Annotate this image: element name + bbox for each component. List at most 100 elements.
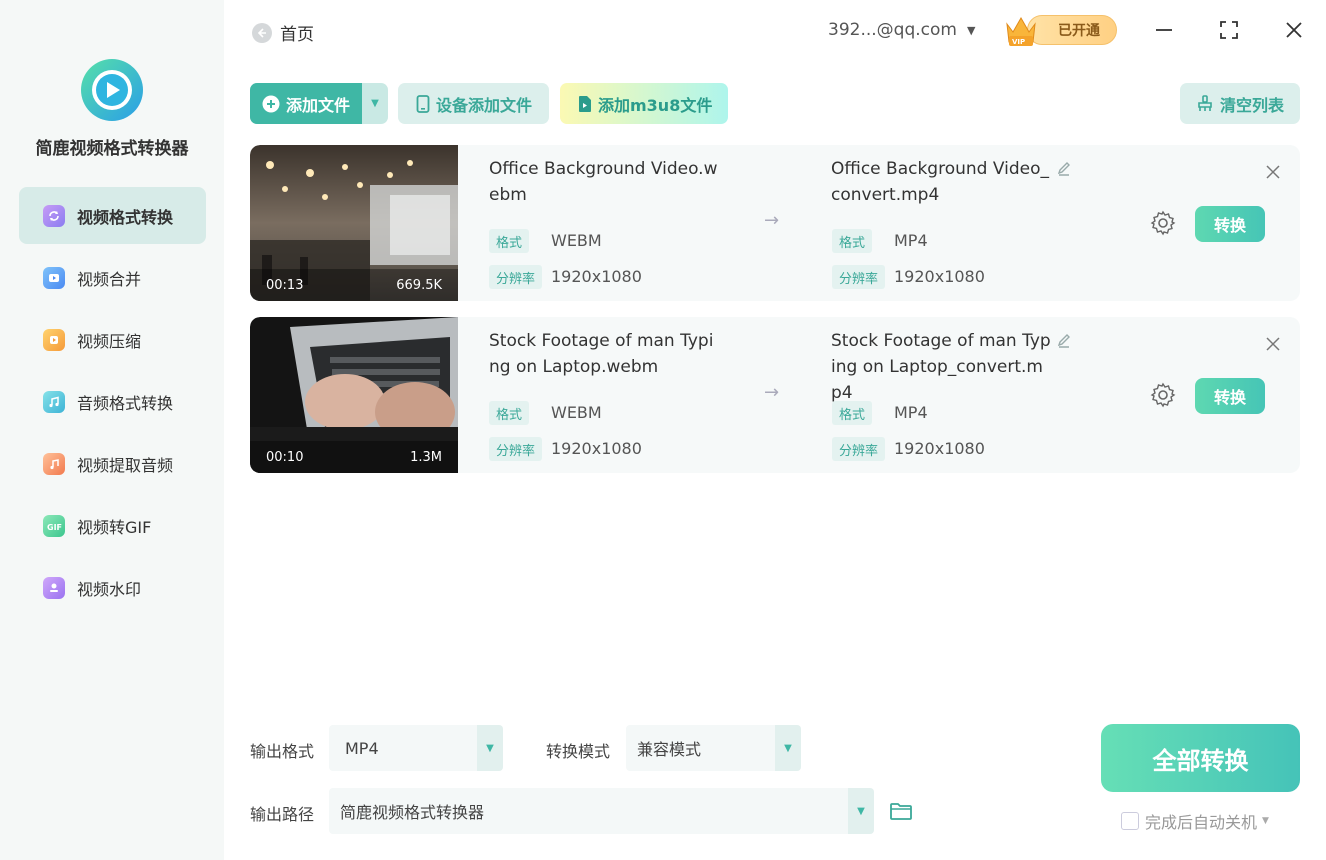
format-tag: 格式 <box>489 401 530 425</box>
target-resolution[interactable]: 1920x1080 <box>894 267 985 286</box>
target-format[interactable]: MP4 <box>894 231 928 250</box>
remove-file-icon[interactable] <box>1265 336 1281 352</box>
app-window: 简鹿视频格式转换器 视频格式转换 视频合并 视频压缩 音频格式转换 视频提取音频… <box>0 0 1326 860</box>
sidebar-item-label: 视频转GIF <box>77 517 152 537</box>
sidebar-item-label: 视频提取音频 <box>77 455 174 475</box>
vip-status: 已开通 <box>1027 15 1117 45</box>
sidebar-item-label: 视频压缩 <box>77 331 142 351</box>
phone-icon <box>416 94 430 113</box>
format-tag: 格式 <box>489 229 530 253</box>
add-file-dropdown[interactable]: ▼ <box>362 83 388 124</box>
broom-icon <box>1196 94 1214 113</box>
edit-icon[interactable] <box>1056 333 1072 349</box>
device-add-file-button[interactable]: 设备添加文件 <box>398 83 549 124</box>
video-compress-icon <box>43 328 65 351</box>
sidebar-item-label: 音频格式转换 <box>77 393 174 413</box>
sidebar-item-video-gif[interactable]: GIF 视频转GIF <box>19 497 206 554</box>
vip-badge[interactable]: 已开通 VIP <box>1003 10 1119 50</box>
thumbnail-meta: 00:10 1.3M <box>250 441 458 473</box>
edit-icon[interactable] <box>1056 161 1072 177</box>
gif-icon: GIF <box>43 514 65 537</box>
target-resolution[interactable]: 1920x1080 <box>894 439 985 458</box>
chevron-down-icon: ▼ <box>477 725 503 771</box>
video-duration: 00:13 <box>266 277 304 293</box>
chevron-down-icon: ▼ <box>966 23 976 37</box>
output-path-select[interactable]: 简鹿视频格式转换器 ▼ <box>329 788 874 834</box>
gear-icon[interactable] <box>1150 382 1176 408</box>
add-m3u8-label: 添加m3u8文件 <box>598 95 713 115</box>
account-dropdown[interactable]: 392...@qq.com ▼ <box>828 20 975 40</box>
sidebar-item-label: 视频水印 <box>77 579 142 599</box>
sidebar-item-extract-audio[interactable]: 视频提取音频 <box>19 435 206 492</box>
convert-button[interactable]: 转换 <box>1195 206 1265 242</box>
app-name: 简鹿视频格式转换器 <box>35 139 189 159</box>
back-home-button[interactable]: 首页 <box>252 20 314 45</box>
add-file-label: 添加文件 <box>286 95 351 115</box>
sidebar: 简鹿视频格式转换器 视频格式转换 视频合并 视频压缩 音频格式转换 视频提取音频… <box>0 0 224 860</box>
resolution-tag: 分辨率 <box>489 265 543 289</box>
auto-shutdown-label: 完成后自动关机 <box>1145 813 1258 832</box>
folder-icon[interactable] <box>889 799 913 823</box>
target-file-name: Stock Footage of man Typing on Laptop_co… <box>831 331 1051 403</box>
format-tag: 格式 <box>832 229 873 253</box>
vip-badge-text: VIP <box>1012 38 1025 46</box>
resolution-tag: 分辨率 <box>832 437 886 461</box>
back-arrow-icon <box>252 22 272 43</box>
svg-text:GIF: GIF <box>47 523 62 532</box>
plus-circle-icon <box>262 95 280 113</box>
sidebar-item-watermark[interactable]: 视频水印 <box>19 559 206 616</box>
convert-mode-value: 兼容模式 <box>637 740 702 759</box>
output-path-value: 简鹿视频格式转换器 <box>340 803 485 822</box>
chevron-down-icon: ▼ <box>371 98 379 109</box>
arrow-right-icon: → <box>764 210 780 231</box>
maximize-icon[interactable] <box>1217 18 1241 42</box>
output-format-label: 输出格式 <box>250 742 315 761</box>
video-thumbnail[interactable]: 00:13 669.5K <box>250 145 458 301</box>
chevron-down-icon: ▼ <box>775 725 801 771</box>
clear-list-label: 清空列表 <box>1220 95 1285 115</box>
sidebar-item-audio-convert[interactable]: 音频格式转换 <box>19 373 206 430</box>
target-format[interactable]: MP4 <box>894 403 928 422</box>
sidebar-item-label: 视频合并 <box>77 269 142 289</box>
output-format-value: MP4 <box>345 738 379 758</box>
add-m3u8-button[interactable]: 添加m3u8文件 <box>560 83 728 124</box>
video-convert-icon <box>43 204 65 227</box>
sidebar-item-video-merge[interactable]: 视频合并 <box>19 249 206 306</box>
crown-icon: VIP <box>1006 16 1036 46</box>
audio-convert-icon <box>43 390 65 413</box>
minimize-icon[interactable] <box>1152 18 1176 42</box>
app-logo-icon <box>81 59 143 121</box>
remove-file-icon[interactable] <box>1265 164 1281 180</box>
video-duration: 00:10 <box>266 449 304 465</box>
resolution-tag: 分辨率 <box>489 437 543 461</box>
file-card: 00:10 1.3M Stock Footage of man Typing o… <box>250 317 1300 473</box>
target-file-name: Office Background Video_convert.mp4 <box>831 159 1049 205</box>
device-add-file-label: 设备添加文件 <box>436 95 533 115</box>
video-size: 669.5K <box>396 277 442 293</box>
auto-shutdown-option[interactable]: 完成后自动关机 ▼ <box>1121 809 1269 833</box>
close-icon[interactable] <box>1282 18 1306 42</box>
extract-audio-icon <box>43 452 65 475</box>
sidebar-item-video-compress[interactable]: 视频压缩 <box>19 311 206 368</box>
sidebar-item-label: 视频格式转换 <box>77 207 174 227</box>
convert-button[interactable]: 转换 <box>1195 378 1265 414</box>
output-format-select[interactable]: MP4 ▼ <box>329 725 503 771</box>
clear-list-button[interactable]: 清空列表 <box>1180 83 1300 124</box>
convert-mode-label: 转换模式 <box>546 742 611 761</box>
gear-icon[interactable] <box>1150 210 1176 236</box>
back-label: 首页 <box>280 25 314 45</box>
convert-mode-select[interactable]: 兼容模式 ▼ <box>626 725 801 771</box>
source-resolution: 1920x1080 <box>551 267 642 286</box>
thumbnail-meta: 00:13 669.5K <box>250 269 458 301</box>
chevron-down-icon: ▼ <box>848 788 874 834</box>
m3u8-file-icon <box>578 95 592 113</box>
add-file-button[interactable]: 添加文件 <box>250 83 362 124</box>
sidebar-item-video-convert[interactable]: 视频格式转换 <box>19 187 206 244</box>
sidebar-nav: 视频格式转换 视频合并 视频压缩 音频格式转换 视频提取音频 GIF 视频转GI… <box>19 187 206 621</box>
chevron-down-icon[interactable]: ▼ <box>1262 816 1269 826</box>
convert-all-button[interactable]: 全部转换 <box>1101 724 1300 792</box>
source-resolution: 1920x1080 <box>551 439 642 458</box>
auto-shutdown-checkbox[interactable] <box>1121 812 1139 830</box>
video-thumbnail[interactable]: 00:10 1.3M <box>250 317 458 473</box>
source-file-name: Office Background Video.webm <box>489 159 718 205</box>
